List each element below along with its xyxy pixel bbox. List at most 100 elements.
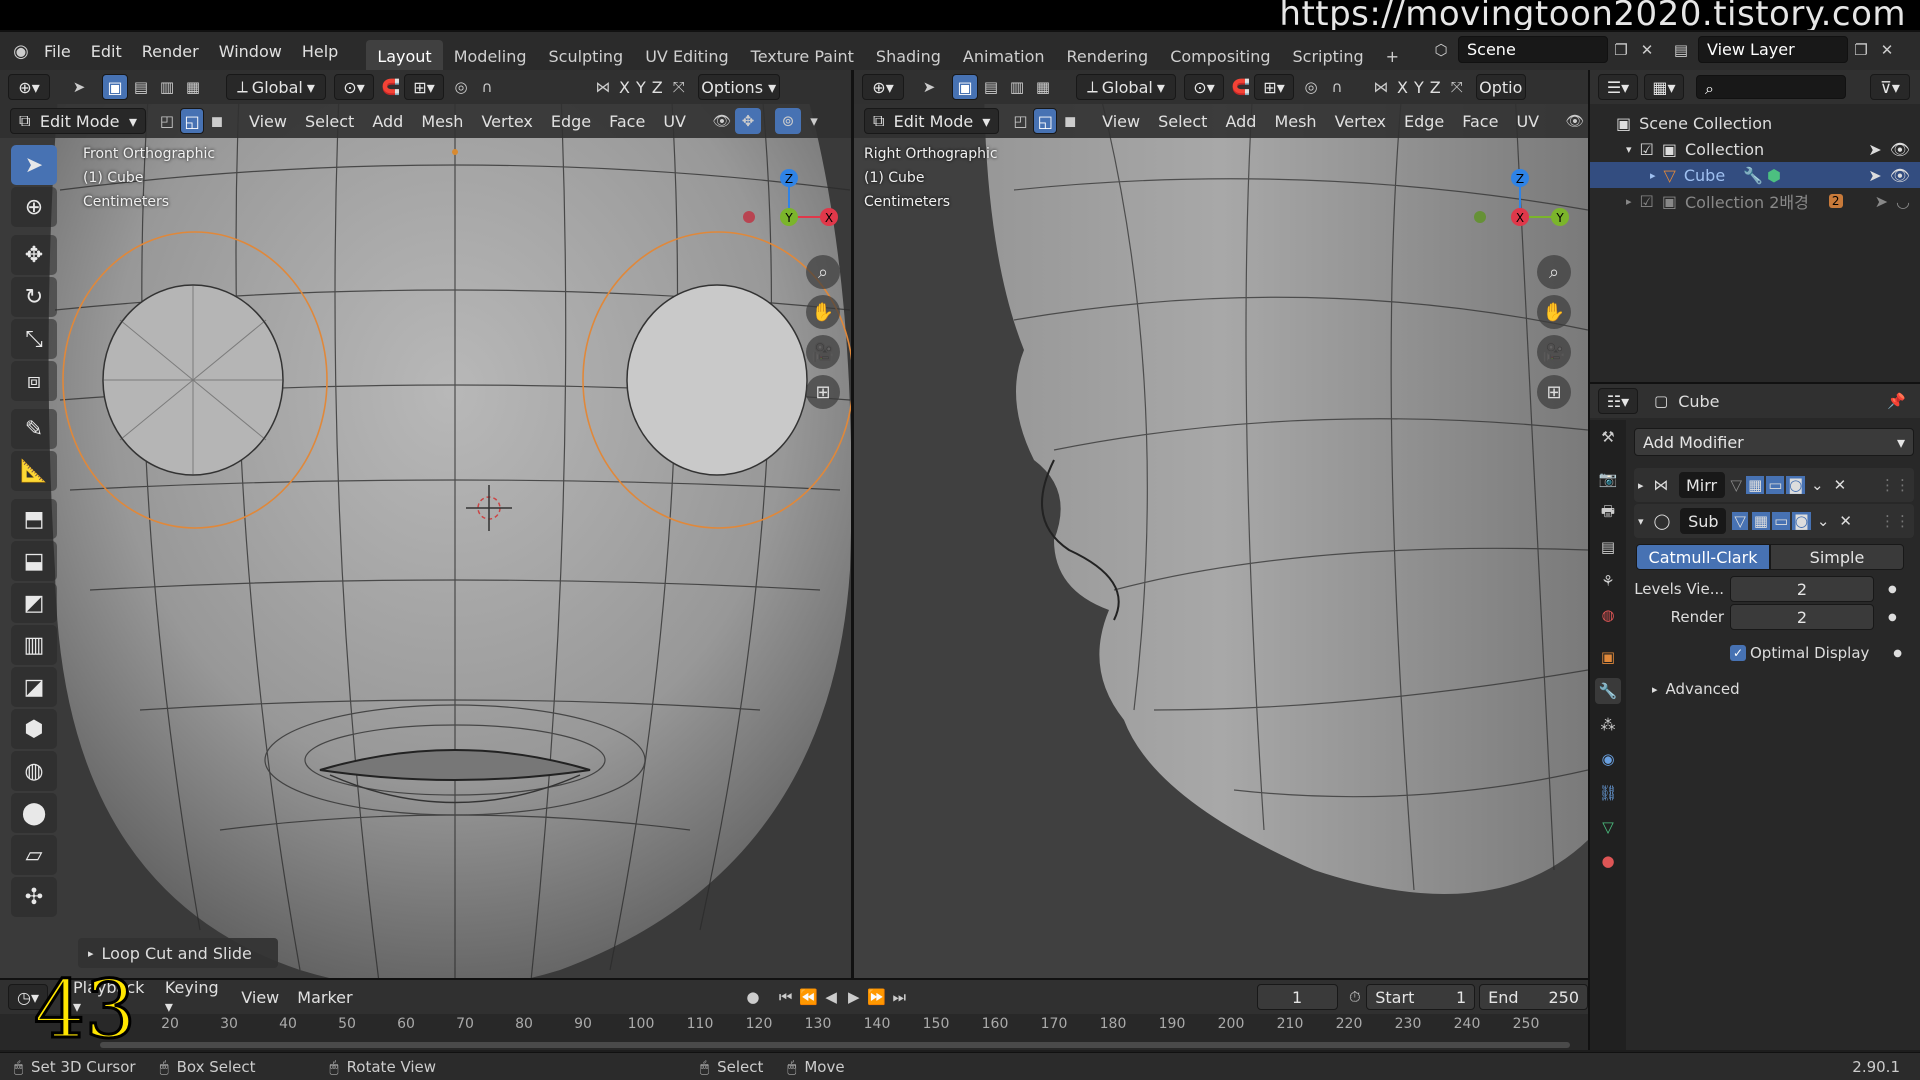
mirror-axis-icon[interactable]: ⋈ <box>1368 74 1394 100</box>
editmode-icon[interactable]: ▦ <box>1751 512 1771 530</box>
tab-scripting[interactable]: Scripting <box>1282 40 1375 70</box>
auto-merge-icon[interactable]: ⤧ <box>1444 74 1470 100</box>
mirror-axis-icon[interactable]: ⋈ <box>590 74 616 100</box>
navigation-gizmo[interactable]: Z Y X <box>730 148 840 248</box>
drag-handle-icon[interactable]: ⋮⋮ <box>1880 476 1910 494</box>
data-tab-icon[interactable]: ▽ <box>1595 814 1621 840</box>
menu-edge[interactable]: Edge <box>542 112 600 131</box>
particles-tab-icon[interactable]: ⁂ <box>1595 712 1621 738</box>
bevel-icon[interactable]: ◩ <box>11 583 57 623</box>
realtime-icon[interactable]: ▭ <box>1772 512 1791 530</box>
editmode-icon[interactable]: ▦ <box>1746 476 1765 494</box>
pan-hand-icon[interactable]: ✋ <box>806 295 840 329</box>
menu-face[interactable]: Face <box>1453 112 1507 131</box>
transform-orientation-dropdown[interactable]: ⟂ Global ▾ <box>226 74 326 100</box>
advanced-subpanel[interactable]: ▸ Advanced <box>1634 676 1914 702</box>
face-select-icon[interactable]: ◼ <box>1057 108 1083 134</box>
blender-logo-icon[interactable]: ◉ <box>8 38 34 64</box>
select-tool-icon[interactable]: ➤ <box>916 74 942 100</box>
transform-icon[interactable]: ⧈ <box>11 361 57 401</box>
extrude-icon[interactable]: ⬒ <box>11 499 57 539</box>
menu-add[interactable]: Add <box>1216 112 1265 131</box>
properties-editor-type[interactable]: ☷▾ <box>1598 388 1638 414</box>
select-mode-new-icon[interactable]: ▣ <box>952 74 978 100</box>
options-dropdown[interactable]: Optio <box>1475 74 1526 100</box>
snap-icon[interactable]: 🧲 <box>1228 74 1254 100</box>
tab-layout[interactable]: Layout <box>366 40 443 70</box>
render-levels-field[interactable]: 2 <box>1730 604 1874 630</box>
pin-icon[interactable]: 📌 <box>1887 392 1906 410</box>
levels-viewport-field[interactable]: 2 <box>1730 576 1874 602</box>
zoom-icon[interactable]: ⌕ <box>1537 255 1571 289</box>
select-mode-new-icon[interactable]: ▣ <box>102 74 128 100</box>
modifier-name-field[interactable]: Sub <box>1680 508 1727 534</box>
mode-dropdown[interactable]: ⧉ Edit Mode ▾ <box>864 108 1000 134</box>
expand-arrow-icon[interactable]: ▾ <box>1626 143 1632 156</box>
camera-view-icon[interactable]: 🎥 <box>806 335 840 369</box>
axis-toggle-y[interactable]: Y <box>633 78 649 97</box>
select-box-icon[interactable]: ➤ <box>11 145 57 185</box>
scene-tab-icon[interactable]: ⚘ <box>1595 568 1621 594</box>
tab-shading[interactable]: Shading <box>865 40 952 70</box>
left-viewport[interactable]: ⊕▾ ➤ ▣ ▤ ▥ ▦ ⟂ Global ▾ ⊙▾ 🧲 ⊞▾ ◎ ∩ ⋈ X Y… <box>0 70 851 978</box>
edge-select-icon[interactable]: ◱ <box>180 108 204 134</box>
frame-ruler[interactable]: 20 30 40 50 60 70 80 90 100 110 120 130 … <box>0 980 1588 1050</box>
checkbox-icon[interactable]: ☑ <box>1640 140 1654 159</box>
remove-modifier-icon[interactable]: ✕ <box>1839 512 1852 530</box>
expand-arrow-icon[interactable]: ▸ <box>1626 195 1632 208</box>
options-dropdown[interactable]: Options ▾ <box>697 74 780 100</box>
gizmo-toggle-icon[interactable]: ✥ <box>734 108 761 134</box>
tab-texture-paint[interactable]: Texture Paint <box>740 40 865 70</box>
catmull-clark-button[interactable]: Catmull-Clark <box>1636 544 1770 570</box>
outliner-search-input[interactable]: ⌕ <box>1696 75 1846 99</box>
falloff-icon[interactable]: ∩ <box>1324 74 1350 100</box>
poly-build-icon[interactable]: ⬢ <box>11 709 57 749</box>
menu-file[interactable]: File <box>44 42 71 61</box>
edit-cage-icon[interactable]: ▽ <box>1732 512 1748 530</box>
delete-view-layer-icon[interactable]: ✕ <box>1874 37 1900 63</box>
visibility-dropdown-icon[interactable]: 👁 <box>1562 108 1588 134</box>
knife-icon[interactable]: ◪ <box>11 667 57 707</box>
modifier-mirror-header[interactable]: ▸ ⋈ Mirr ▽ ▦ ▭ ◙ ⌄ ✕ ⋮⋮ <box>1634 468 1914 502</box>
xray-toggle-icon[interactable]: ▾ <box>801 108 827 134</box>
menu-select[interactable]: Select <box>1149 112 1216 131</box>
add-modifier-dropdown[interactable]: Add Modifier ▾ <box>1634 428 1914 456</box>
right-viewport[interactable]: ⊕▾ ➤ ▣ ▤ ▥ ▦ ⟂ Global ▾ ⊙▾ 🧲 ⊞▾ ◎ ∩ ⋈ X Y… <box>854 70 1588 978</box>
menu-render[interactable]: Render <box>142 42 199 61</box>
constraints-tab-icon[interactable]: ⛓ <box>1595 780 1621 806</box>
visibility-dropdown-icon[interactable]: 👁 <box>709 108 735 134</box>
menu-uv[interactable]: UV <box>1507 112 1548 131</box>
smooth-icon[interactable]: ⬤ <box>11 793 57 833</box>
tab-compositing[interactable]: Compositing <box>1159 40 1281 70</box>
menu-edge[interactable]: Edge <box>1395 112 1453 131</box>
select-mode-invert-icon[interactable]: ▦ <box>1030 74 1056 100</box>
tab-animation[interactable]: Animation <box>952 40 1056 70</box>
keyframe-dot-icon[interactable]: ● <box>1888 612 1897 623</box>
edit-cage-icon[interactable]: ▽ <box>1731 476 1743 494</box>
snap-target-dropdown[interactable]: ⊞▾ <box>404 74 444 100</box>
tab-sculpting[interactable]: Sculpting <box>537 40 634 70</box>
pan-hand-icon[interactable]: ✋ <box>1537 295 1571 329</box>
view-layer-icon[interactable]: ▤ <box>1668 37 1694 63</box>
menu-uv[interactable]: UV <box>654 112 695 131</box>
axis-toggle-z[interactable]: Z <box>649 78 666 97</box>
vertex-select-icon[interactable]: ◰ <box>154 108 180 134</box>
output-tab-icon[interactable]: 🖶 <box>1595 500 1621 526</box>
simple-button[interactable]: Simple <box>1770 544 1904 570</box>
selectable-icon[interactable]: ➤ <box>1868 166 1881 185</box>
cursor-icon[interactable]: ⊕ <box>11 187 57 227</box>
auto-merge-icon[interactable]: ⤧ <box>666 74 692 100</box>
rotate-icon[interactable]: ↻ <box>11 277 57 317</box>
axis-toggle-y[interactable]: Y <box>1411 78 1427 97</box>
edge-select-icon[interactable]: ◱ <box>1033 108 1058 134</box>
select-mode-subtract-icon[interactable]: ▥ <box>154 74 180 100</box>
loop-cut-icon[interactable]: ▥ <box>11 625 57 665</box>
annotate-icon[interactable]: ✎ <box>11 409 57 449</box>
selectable-icon[interactable]: ➤ <box>1868 140 1881 159</box>
mode-dropdown[interactable]: ⧉ Edit Mode ▾ <box>10 108 146 134</box>
outliner-row-collection[interactable]: ▾ ☑ ▣ Collection ➤ 👁 <box>1590 136 1920 162</box>
material-tab-icon[interactable]: ● <box>1595 848 1621 874</box>
physics-tab-icon[interactable]: ◉ <box>1595 746 1621 772</box>
eye-icon[interactable]: 👁 <box>1890 140 1910 159</box>
keyframe-dot-icon[interactable]: ● <box>1893 648 1914 659</box>
